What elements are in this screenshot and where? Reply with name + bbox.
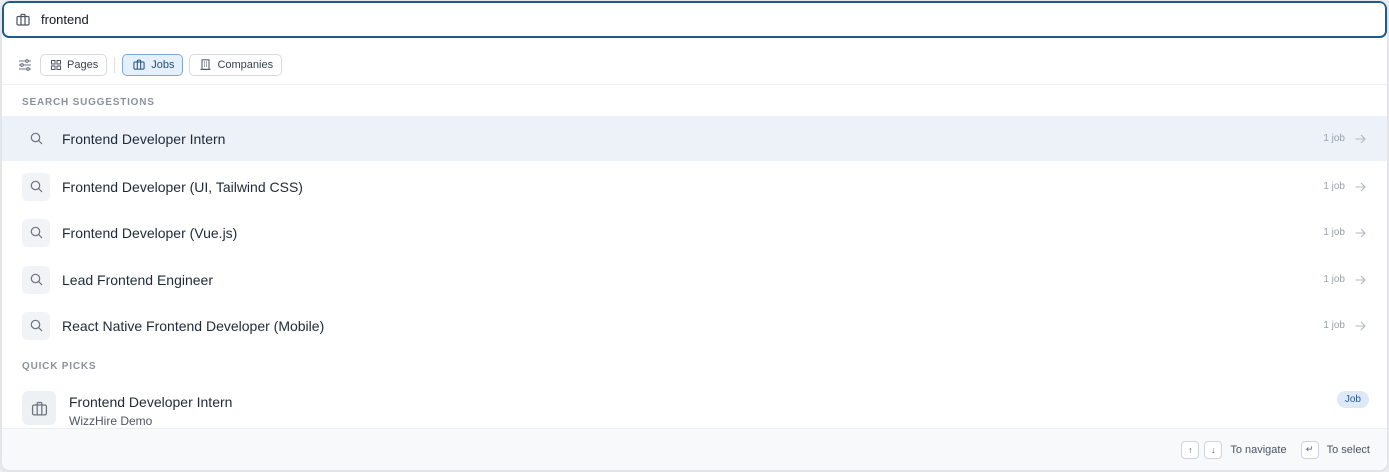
navigate-hint: To navigate xyxy=(1230,443,1287,456)
suggestion-count: 1 job xyxy=(1323,274,1345,285)
suggestion-label: Lead Frontend Engineer xyxy=(62,271,213,288)
arrow-right-icon xyxy=(1355,181,1367,193)
arrow-right-icon xyxy=(1355,320,1367,332)
filter-chip-label: Jobs xyxy=(151,58,175,71)
quick-pick-text: Frontend Developer Intern WizzHire Demo xyxy=(69,385,1337,428)
suggestion-item[interactable]: Lead Frontend Engineer 1 job xyxy=(2,257,1387,302)
section-heading-quick-picks: QUICK PICKS xyxy=(22,361,97,372)
suggestion-count: 1 job xyxy=(1323,320,1345,331)
quick-pick-subtitle: WizzHire Demo xyxy=(69,414,153,428)
arrow-right-icon xyxy=(1355,133,1367,145)
filter-chip-pages[interactable]: Pages xyxy=(40,53,108,76)
suggestion-item[interactable]: Frontend Developer (UI, Tailwind CSS) 1 … xyxy=(2,164,1387,209)
filter-chip-label: Pages xyxy=(67,58,99,71)
arrow-right-icon xyxy=(1355,227,1367,239)
search-input[interactable] xyxy=(41,4,1341,35)
filter-chip-label: Companies xyxy=(217,58,274,71)
search-icon xyxy=(22,265,50,294)
chip-divider xyxy=(114,56,116,73)
suggestion-label: Frontend Developer (UI, Tailwind CSS) xyxy=(62,178,303,195)
enter-key-icon: ↵ xyxy=(1300,440,1319,459)
command-palette: Pages Jobs Companies SEARCH SUGGESTIONS … xyxy=(2,1,1387,470)
suggestion-count: 1 job xyxy=(1323,227,1345,238)
grid-icon xyxy=(51,59,61,70)
suggestion-item[interactable]: React Native Frontend Developer (Mobile)… xyxy=(2,303,1387,348)
arrow-up-key-icon: ↑ xyxy=(1181,440,1200,459)
suggestion-item[interactable]: Frontend Developer (Vue.js) 1 job xyxy=(2,210,1387,255)
filter-chip-companies[interactable]: Companies xyxy=(189,53,283,76)
type-badge: Job xyxy=(1336,391,1369,408)
search-icon xyxy=(22,311,50,340)
suggestion-item[interactable]: Frontend Developer Intern 1 job xyxy=(2,116,1387,161)
suggestion-label: React Native Frontend Developer (Mobile) xyxy=(62,317,325,334)
section-heading-suggestions: SEARCH SUGGESTIONS xyxy=(22,97,155,108)
quick-pick-title: Frontend Developer Intern xyxy=(69,394,233,410)
search-icon xyxy=(22,218,50,247)
building-icon xyxy=(200,59,211,70)
suggestion-label: Frontend Developer (Vue.js) xyxy=(62,224,238,241)
arrow-down-key-icon: ↓ xyxy=(1204,440,1223,459)
suggestion-label: Frontend Developer Intern xyxy=(62,130,226,147)
suggestion-count: 1 job xyxy=(1323,133,1345,144)
briefcase-icon xyxy=(133,59,145,70)
filter-row: Pages Jobs Companies xyxy=(2,45,1387,85)
briefcase-icon xyxy=(15,12,31,28)
keyboard-hints-footer: ↑ ↓ To navigate ↵ To select xyxy=(2,428,1387,470)
select-hint: To select xyxy=(1326,443,1370,456)
briefcase-icon xyxy=(22,391,56,425)
search-icon xyxy=(22,172,50,201)
suggestion-count: 1 job xyxy=(1323,181,1345,192)
quick-pick-item[interactable]: Frontend Developer Intern WizzHire Demo … xyxy=(2,385,1387,429)
search-icon xyxy=(22,125,50,153)
search-bar[interactable] xyxy=(2,1,1387,38)
filter-chip-jobs[interactable]: Jobs xyxy=(122,53,184,76)
sliders-icon[interactable] xyxy=(17,57,33,73)
arrow-right-icon xyxy=(1355,274,1367,286)
